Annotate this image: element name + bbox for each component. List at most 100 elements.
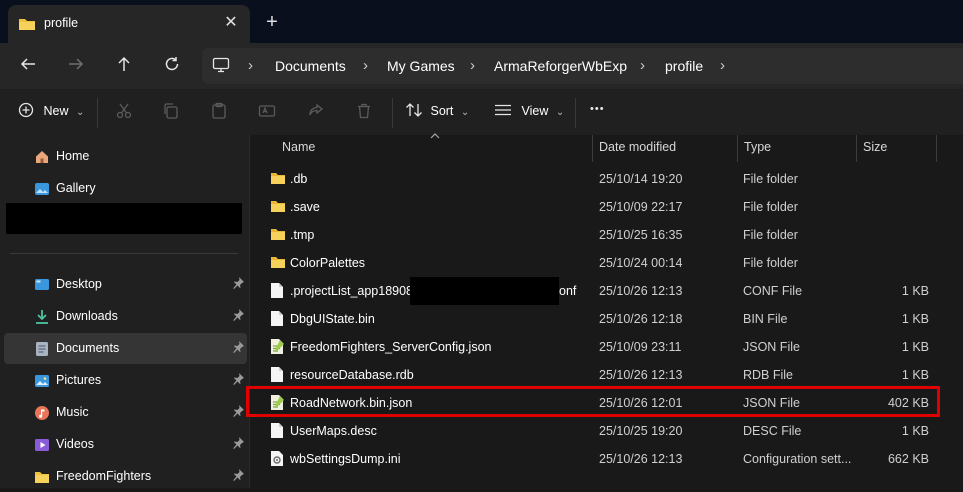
folder-icon [270,254,286,273]
file-type: BIN File [743,312,788,326]
file-type: File folder [743,172,798,186]
sidebar-item-label: Music [56,405,89,419]
breadcrumb-separator[interactable]: › [640,57,645,74]
arrow-right-icon [69,58,84,70]
file-size: 1 KB [901,284,929,298]
paste-button[interactable] [210,102,228,124]
breadcrumb-documents[interactable]: Documents [275,58,346,74]
sidebar-item-home[interactable]: Home [4,141,247,172]
refresh-icon [165,57,179,71]
sort-icon [406,103,422,117]
desktop-icon [34,277,50,293]
pin-icon[interactable] [233,405,244,420]
sidebar-item-label: Desktop [56,277,102,291]
column-divider[interactable] [737,135,738,162]
file-date: 25/10/14 19:20 [599,172,683,186]
column-header-name[interactable]: Name [282,140,315,154]
file-name-suffix: onf [559,284,577,298]
tab-profile[interactable]: profile ✕ [8,5,250,43]
column-header-row: Name Date modified Type Size [250,133,963,162]
sidebar-item-desktop[interactable]: Desktop [4,269,247,300]
pin-icon[interactable] [233,309,244,324]
file-name: ColorPalettes [290,256,366,270]
sidebar-item-gallery[interactable]: Gallery [4,173,247,204]
command-bar: New ⌄ Sort ⌄ View ⌄ ••• [0,90,963,136]
table-row[interactable]: DbgUIState.bin 25/10/26 12:18 BIN File 1… [250,305,963,333]
sort-button[interactable]: Sort ⌄ [405,102,469,124]
sidebar-item-freedomfighters[interactable]: FreedomFighters [4,461,247,492]
documents-icon [34,341,50,357]
breadcrumb-armareforgerwbexp[interactable]: ArmaReforgerWbExp [494,58,627,74]
breadcrumb-profile[interactable]: profile [665,58,703,74]
pin-icon[interactable] [233,373,244,388]
share-icon [309,103,324,116]
up-button[interactable] [108,50,140,82]
file-name: UserMaps.desc [290,424,377,438]
new-button[interactable]: New ⌄ [18,102,84,124]
share-button[interactable] [307,102,325,124]
table-row[interactable]: ColorPalettes 25/10/24 00:14 File folder [250,249,963,277]
copy-icon [164,103,178,119]
navigation-bar: › Documents › My Games › ArmaReforgerWbE… [0,43,963,89]
pin-icon[interactable] [233,277,244,292]
sidebar-item-pictures[interactable]: Pictures [4,365,247,396]
home-icon [34,149,50,165]
sidebar-item-label: Pictures [56,373,102,387]
file-date: 25/10/26 12:13 [599,452,683,466]
column-divider[interactable] [936,135,937,162]
copy-button[interactable] [162,102,180,124]
file-type: JSON File [743,340,800,354]
table-row[interactable]: .db 25/10/14 19:20 File folder [250,165,963,193]
file-size: 1 KB [901,312,929,326]
column-header-size[interactable]: Size [863,140,887,154]
close-tab-icon[interactable]: ✕ [220,12,242,34]
file-date: 25/10/26 12:13 [599,284,683,298]
table-row[interactable]: FreedomFighters_ServerConfig.json 25/10/… [250,333,963,361]
paste-icon [212,102,226,119]
view-button[interactable]: View ⌄ [494,102,564,124]
table-row[interactable]: .save 25/10/09 22:17 File folder [250,193,963,221]
sidebar-item-downloads[interactable]: Downloads [4,301,247,332]
pin-icon[interactable] [233,437,244,452]
file-type: File folder [743,228,798,242]
videos-icon [34,437,50,453]
address-bar[interactable]: › Documents › My Games › ArmaReforgerWbE… [202,48,963,84]
table-row[interactable]: resourceDatabase.rdb 25/10/26 12:13 RDB … [250,361,963,389]
breadcrumb-separator[interactable]: › [720,57,725,74]
rename-icon [258,105,276,117]
breadcrumb-separator[interactable]: › [363,57,368,74]
column-header-date-modified[interactable]: Date modified [599,140,676,154]
sidebar-item-documents[interactable]: Documents [4,333,247,364]
column-divider[interactable] [856,135,857,162]
forward-button[interactable] [60,50,92,82]
pin-icon[interactable] [233,341,244,356]
breadcrumb-my-games[interactable]: My Games [387,58,455,74]
more-options-button[interactable]: ••• [590,103,605,125]
breadcrumb-separator[interactable]: › [248,57,253,74]
table-row[interactable]: wbSettingsDump.ini 25/10/26 12:13 Config… [250,445,963,473]
delete-button[interactable] [355,102,373,124]
rename-button[interactable] [258,102,276,124]
table-row[interactable]: .tmp 25/10/25 16:35 File folder [250,221,963,249]
file-name: .tmp [290,228,315,242]
pin-icon[interactable] [233,469,244,484]
sidebar-item-music[interactable]: Music [4,397,247,428]
table-row[interactable]: UserMaps.desc 25/10/25 19:20 DESC File 1… [250,417,963,445]
breadcrumb-separator[interactable]: › [470,57,475,74]
refresh-button[interactable] [156,50,188,82]
new-tab-button[interactable]: + [262,12,282,32]
column-header-type[interactable]: Type [744,140,771,154]
arrow-up-icon [118,56,130,71]
file-name: resourceDatabase.rdb [290,368,414,382]
sidebar-item-videos[interactable]: Videos [4,429,247,460]
table-row[interactable]: .projectList_app189088 onf 25/10/26 12:1… [250,277,963,305]
back-button[interactable] [12,50,44,82]
column-divider[interactable] [592,135,593,162]
file-icon [270,282,284,302]
cut-button[interactable] [115,102,133,124]
gallery-icon [34,181,50,197]
sidebar-divider [10,253,238,254]
sidebar-item-label: FreedomFighters [56,469,152,483]
file-date: 25/10/09 22:17 [599,200,683,214]
this-pc-icon[interactable] [212,56,230,77]
